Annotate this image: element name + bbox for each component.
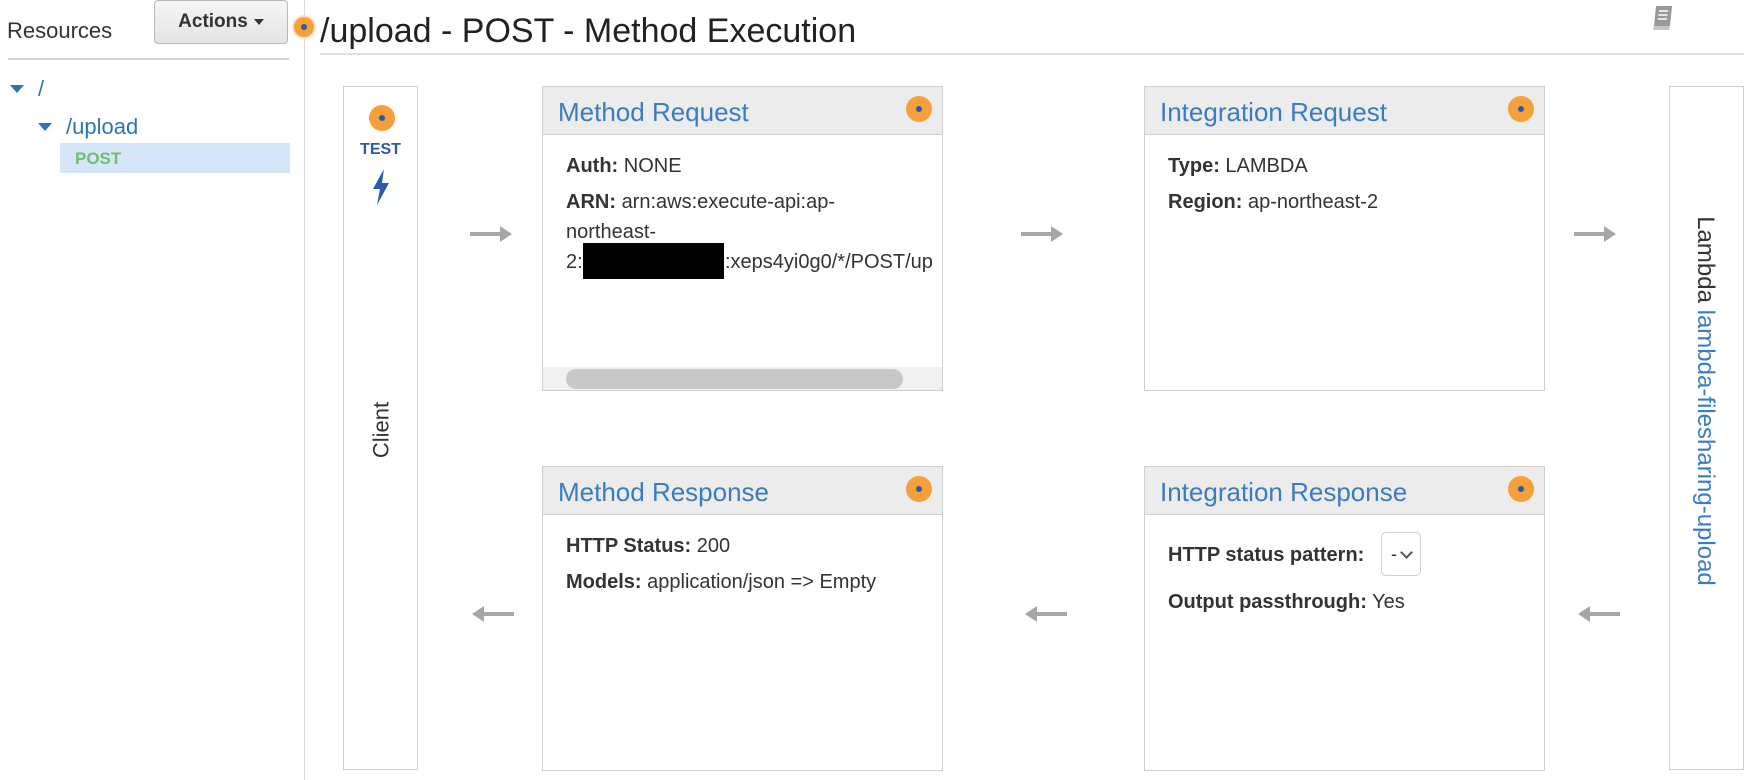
tree-item-root[interactable]: /	[10, 76, 44, 102]
arrow-left-icon	[472, 606, 514, 622]
horizontal-scrollbar-thumb[interactable]	[566, 369, 903, 389]
auth-row: Auth: NONE	[566, 155, 682, 178]
actions-label: Actions	[178, 11, 248, 32]
pattern-value: -	[1391, 543, 1397, 564]
http-status-value: 200	[696, 535, 731, 557]
sidebar-divider	[8, 58, 289, 60]
passthrough-key: Output passthrough:	[1168, 591, 1367, 613]
expand-triangle-icon[interactable]	[38, 123, 52, 131]
lambda-function-link[interactable]: lambda-filesharing-upload	[1692, 310, 1719, 586]
arn-value-line1: arn:aws:execute-api:ap-	[621, 191, 836, 213]
redacted-account-id	[583, 243, 724, 279]
http-status-pattern-select[interactable]: -	[1381, 532, 1421, 576]
method-response-link[interactable]: Method Response	[558, 477, 769, 508]
resources-label: Resources	[7, 18, 113, 43]
pattern-key: HTTP status pattern:	[1168, 544, 1365, 566]
auth-value: NONE	[623, 155, 682, 177]
panel-header: Integration Response	[1145, 467, 1544, 515]
arrow-left-icon	[1025, 606, 1067, 622]
status-dot-icon	[1508, 96, 1534, 122]
arrow-left-icon	[1578, 606, 1620, 622]
test-link[interactable]: TEST	[344, 141, 417, 159]
documentation-book-icon[interactable]	[1648, 2, 1678, 32]
resources-sidebar: Resources Actions / /upload POST	[0, 0, 305, 780]
arn-value-line2: northeast-	[566, 221, 657, 243]
arrow-right-icon	[1574, 226, 1616, 242]
models-value: application/json => Empty	[647, 571, 877, 593]
tree-item-upload[interactable]: /upload	[38, 114, 138, 140]
region-row: Region: ap-northeast-2	[1168, 191, 1378, 214]
page-title: /upload - POST - Method Execution	[320, 12, 857, 50]
panel-header: Method Request	[543, 87, 942, 135]
panel-header: Method Response	[543, 467, 942, 515]
tree-item-method-label: POST	[75, 149, 122, 168]
http-status-key: HTTP Status:	[566, 535, 692, 557]
passthrough-value: Yes	[1372, 591, 1405, 613]
integration-response-link[interactable]: Integration Response	[1160, 477, 1407, 508]
passthrough-row: Output passthrough: Yes	[1168, 591, 1405, 614]
arn-key: ARN:	[566, 191, 616, 213]
models-row: Models: application/json => Empty	[566, 571, 876, 594]
arrow-right-icon	[470, 226, 512, 242]
type-key: Type:	[1168, 155, 1220, 177]
status-dot-icon	[906, 96, 932, 122]
auth-key: Auth:	[566, 155, 619, 177]
lambda-prefix: Lambda	[1692, 216, 1719, 303]
pattern-row: HTTP status pattern:	[1168, 544, 1364, 567]
actions-button[interactable]: Actions	[154, 0, 288, 44]
client-label: Client	[368, 401, 394, 459]
lightning-bolt-icon[interactable]	[369, 167, 393, 207]
method-response-panel: Method Response HTTP Status: 200 Models:…	[542, 466, 943, 771]
status-dot-icon	[294, 17, 314, 37]
http-status-row: HTTP Status: 200	[566, 535, 730, 558]
expand-triangle-icon[interactable]	[10, 85, 24, 93]
caret-down-icon	[253, 19, 264, 25]
tree-item-label: /	[38, 76, 45, 101]
arn-row: ARN: arn:aws:execute-api:ap-	[566, 191, 835, 214]
method-request-link[interactable]: Method Request	[558, 97, 749, 128]
integration-response-panel: Integration Response HTTP status pattern…	[1144, 466, 1545, 771]
lambda-label: Lambda lambda-filesharing-upload	[1691, 166, 1719, 636]
status-dot-icon	[369, 105, 395, 131]
header-divider	[320, 53, 1744, 55]
panel-header: Integration Request	[1145, 87, 1544, 135]
status-dot-icon	[1508, 476, 1534, 502]
tree-item-label: /upload	[66, 114, 139, 139]
method-request-panel: Method Request Auth: NONE ARN: arn:aws:e…	[542, 86, 943, 391]
client-panel: TEST Client	[343, 86, 418, 770]
status-dot-icon	[906, 476, 932, 502]
lambda-panel: Lambda lambda-filesharing-upload	[1669, 86, 1744, 770]
chevron-down-icon	[1400, 545, 1413, 559]
tree-item-post-selected[interactable]: POST	[60, 143, 290, 173]
type-value: LAMBDA	[1225, 155, 1308, 177]
region-key: Region:	[1168, 191, 1243, 213]
type-row: Type: LAMBDA	[1168, 155, 1308, 178]
integration-request-panel: Integration Request Type: LAMBDA Region:…	[1144, 86, 1545, 391]
integration-request-link[interactable]: Integration Request	[1160, 97, 1387, 128]
models-key: Models:	[566, 571, 642, 593]
region-value: ap-northeast-2	[1248, 191, 1379, 213]
arn-value-line3-suffix: :xeps4yi0g0/*/POST/up	[725, 251, 933, 273]
arn-value-line3-prefix: 2:	[566, 251, 583, 273]
arrow-right-icon	[1021, 226, 1063, 242]
